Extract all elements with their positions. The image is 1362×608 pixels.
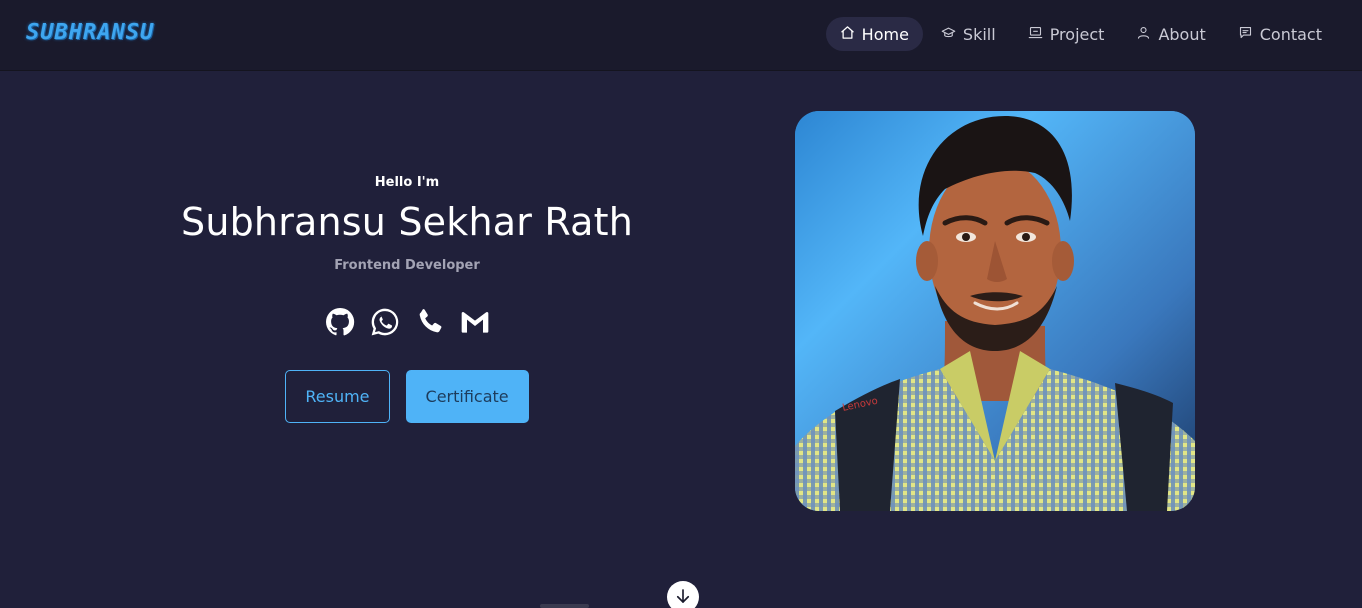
whatsapp-link[interactable] — [368, 307, 401, 340]
hero-name: Subhransu Sekhar Rath — [181, 200, 633, 244]
social-links — [160, 307, 654, 340]
github-icon — [324, 306, 356, 342]
hero-intro: Hello I'm Subhransu Sekhar Rath Frontend… — [160, 170, 654, 423]
nav-item-label: Project — [1049, 24, 1105, 44]
greeting: Hello I'm — [374, 175, 440, 190]
profile-photo: Lenovo — [795, 111, 1195, 511]
github-link[interactable] — [323, 307, 356, 340]
nav-item-skill[interactable]: Skill — [927, 17, 1010, 51]
main-nav: Home Skill Project About Contact — [825, 17, 1336, 51]
nav-item-label: Skill — [962, 24, 996, 44]
graduation-cap-icon — [941, 25, 956, 44]
arrow-down-icon — [674, 587, 692, 608]
phone-link[interactable] — [413, 307, 446, 340]
nav-item-label: Home — [861, 24, 909, 44]
phone-icon — [414, 306, 446, 342]
nav-item-label: Contact — [1259, 24, 1322, 44]
hero-buttons: Resume Certificate — [160, 370, 654, 423]
whatsapp-icon — [369, 306, 401, 342]
message-icon — [1238, 25, 1253, 44]
certificate-button[interactable]: Certificate — [405, 370, 529, 423]
scroll-down-button[interactable] — [667, 581, 699, 608]
gmail-icon — [459, 306, 491, 342]
nav-item-label: About — [1158, 24, 1206, 44]
nav-item-contact[interactable]: Contact — [1224, 17, 1336, 51]
navbar: SUBHRANSU Home Skill Project About Conta… — [0, 0, 1362, 71]
nav-item-project[interactable]: Project — [1014, 17, 1119, 51]
laptop-icon — [1028, 25, 1043, 44]
resume-button[interactable]: Resume — [285, 370, 390, 423]
user-icon — [1136, 25, 1151, 44]
hero-role: Frontend Developer — [334, 258, 480, 273]
nav-item-about[interactable]: About — [1122, 17, 1219, 51]
brand-logo[interactable]: SUBHRANSU — [26, 20, 154, 45]
nav-item-home[interactable]: Home — [825, 17, 923, 51]
profile-photo-illustration: Lenovo — [795, 111, 1195, 511]
scrollbar[interactable] — [540, 604, 589, 608]
home-icon — [840, 25, 855, 44]
gmail-link[interactable] — [458, 307, 491, 340]
